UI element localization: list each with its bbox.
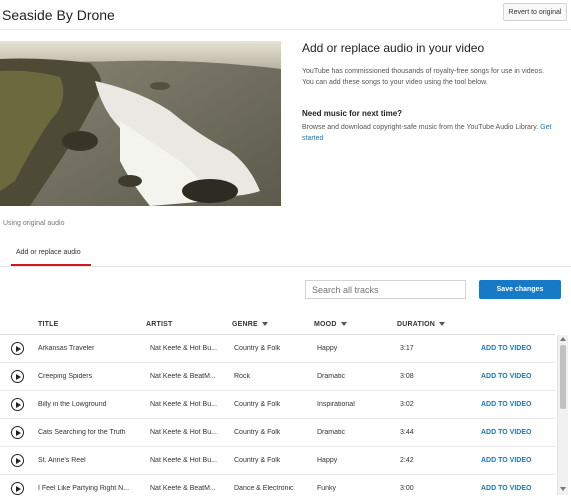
scrollbar-thumb[interactable]	[560, 345, 566, 409]
add-to-video-button[interactable]: ADD TO VIDEO	[481, 345, 541, 352]
play-circle-icon[interactable]	[11, 454, 24, 467]
table-row: St. Anne's Reel Nat Keefe & Hot Bu... Co…	[0, 447, 555, 475]
track-duration: 3:00	[400, 485, 414, 492]
revert-button[interactable]: Revert to original	[503, 3, 567, 21]
info-description-2: Browse and download copyright-safe music…	[302, 122, 557, 144]
table-row: Creeping Spiders Nat Keefe & BeatM... Ro…	[0, 363, 555, 391]
column-genre[interactable]: GENRE	[232, 321, 268, 328]
add-to-video-button[interactable]: ADD TO VIDEO	[481, 485, 541, 492]
table-row: Billy in the Lowground Nat Keefe & Hot B…	[0, 391, 555, 419]
play-circle-icon[interactable]	[11, 342, 24, 355]
video-thumbnail	[0, 41, 281, 206]
track-genre: Rock	[234, 373, 250, 380]
track-title: Cats Searching for the Truth	[38, 429, 126, 436]
add-to-video-button[interactable]: ADD TO VIDEO	[481, 457, 541, 464]
table-row: Cats Searching for the Truth Nat Keefe &…	[0, 419, 555, 447]
play-circle-icon[interactable]	[11, 398, 24, 411]
info-description: YouTube has commissioned thousands of ro…	[302, 68, 544, 86]
column-mood-label: MOOD	[314, 321, 337, 328]
header-bar: Seaside By Drone Revert to original	[0, 0, 571, 30]
table-row: Arkansas Traveler Nat Keefe & Hot Bu... …	[0, 335, 555, 363]
search-tracks-input[interactable]	[305, 280, 466, 299]
track-artist: Nat Keefe & BeatM...	[150, 373, 216, 380]
track-mood: Dramatic	[317, 373, 346, 380]
track-mood: Happy	[317, 345, 338, 352]
track-title: Arkansas Traveler	[38, 345, 95, 352]
scroll-down-arrow-icon[interactable]	[560, 487, 566, 491]
table-scrollbar[interactable]	[557, 335, 568, 495]
track-artist: Nat Keefe & Hot Bu...	[150, 429, 217, 436]
track-mood: Happy	[317, 457, 338, 464]
track-duration: 3:02	[400, 401, 414, 408]
column-duration-label: DURATION	[397, 321, 436, 328]
track-mood: Funky	[317, 485, 337, 492]
track-mood: Inspirational	[317, 401, 355, 408]
track-title: I Feel Like Partying Right N...	[38, 485, 130, 492]
track-title: Billy in the Lowground	[38, 401, 107, 408]
track-genre: Country & Folk	[234, 401, 281, 408]
sort-down-icon	[340, 322, 347, 327]
track-artist: Nat Keefe & Hot Bu...	[150, 345, 217, 352]
track-title: St. Anne's Reel	[38, 457, 86, 464]
table-row: I Feel Like Partying Right N... Nat Keef…	[0, 475, 555, 500]
tabs-divider	[0, 266, 571, 267]
audio-status: Using original audio	[3, 220, 65, 227]
scroll-up-arrow-icon[interactable]	[560, 337, 566, 341]
video-title: Seaside By Drone	[2, 7, 115, 23]
track-genre: Country & Folk	[234, 457, 281, 464]
column-title[interactable]: TITLE	[38, 321, 58, 328]
save-changes-button[interactable]: Save changes	[479, 280, 561, 299]
sort-down-icon	[261, 322, 268, 327]
track-duration: 2:42	[400, 457, 414, 464]
play-circle-icon[interactable]	[11, 426, 24, 439]
track-duration: 3:08	[400, 373, 414, 380]
track-duration: 3:17	[400, 345, 414, 352]
video-preview[interactable]	[0, 41, 281, 206]
column-duration[interactable]: DURATION	[397, 321, 446, 328]
track-title: Creeping Spiders	[38, 373, 93, 380]
column-mood[interactable]: MOOD	[314, 321, 347, 328]
add-to-video-button[interactable]: ADD TO VIDEO	[481, 401, 541, 408]
column-artist[interactable]: ARTIST	[146, 321, 172, 328]
sort-down-icon	[439, 322, 446, 327]
add-to-video-button[interactable]: ADD TO VIDEO	[481, 373, 541, 380]
info-description-2-text: Browse and download copyright-safe music…	[302, 124, 539, 131]
track-artist: Nat Keefe & Hot Bu...	[150, 401, 217, 408]
track-genre: Dance & Electronic	[234, 485, 294, 492]
track-artist: Nat Keefe & Hot Bu...	[150, 457, 217, 464]
track-genre: Country & Folk	[234, 345, 281, 352]
info-heading: Add or replace audio in your video	[302, 41, 485, 55]
track-duration: 3:44	[400, 429, 414, 436]
track-mood: Dramatic	[317, 429, 346, 436]
tab-add-or-replace-audio[interactable]: Add or replace audio	[16, 249, 81, 256]
info-subheading: Need music for next time?	[302, 109, 403, 118]
column-genre-label: GENRE	[232, 321, 258, 328]
play-circle-icon[interactable]	[11, 482, 24, 495]
play-circle-icon[interactable]	[11, 370, 24, 383]
add-to-video-button[interactable]: ADD TO VIDEO	[481, 429, 541, 436]
track-artist: Nat Keefe & BeatM...	[150, 485, 216, 492]
track-genre: Country & Folk	[234, 429, 281, 436]
